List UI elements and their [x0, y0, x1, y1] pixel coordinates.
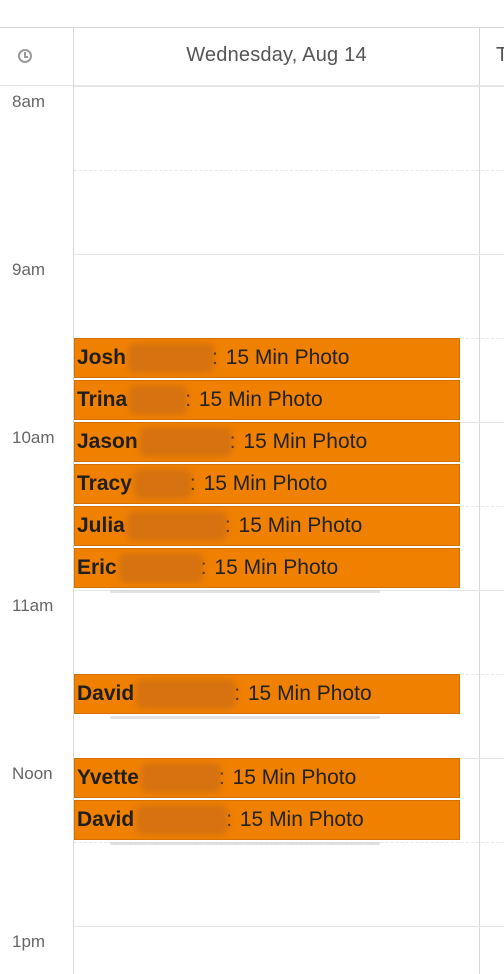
event-separator: :: [185, 388, 192, 411]
time-label-8am: 8am: [12, 92, 46, 111]
event-name: Jason: [77, 430, 138, 453]
event-block[interactable]: Julia: 15 Min Photo: [74, 506, 460, 546]
redacted-surname: [144, 767, 217, 790]
event-name: Tracy: [77, 472, 132, 495]
time-label-9am: 9am: [12, 260, 46, 279]
event-separator: :: [234, 682, 241, 705]
half-hour-line: [74, 170, 504, 171]
event-block[interactable]: Josh: 15 Min Photo: [74, 338, 460, 378]
event-name: Yvette: [77, 766, 139, 789]
redacted-surname: [130, 515, 223, 538]
day-header[interactable]: Wednesday, Aug 14: [73, 44, 480, 67]
event-name: Josh: [77, 346, 127, 369]
event-separator: :: [200, 556, 207, 579]
event-separator: :: [212, 346, 218, 369]
hidden-event-text: [110, 842, 380, 845]
event-block[interactable]: Tracy: 15 Min Photo: [74, 464, 460, 504]
event-separator: :: [189, 472, 196, 495]
hour-line: [74, 86, 504, 87]
event-block[interactable]: David: 15 Min Photo: [74, 800, 460, 840]
event-name: David: [77, 808, 135, 831]
redacted-surname: [122, 557, 199, 580]
event-block[interactable]: Trina: 15 Min Photo: [74, 380, 460, 420]
time-label-1pm: 1pm: [12, 932, 46, 951]
redacted-surname: [137, 473, 188, 496]
event-block[interactable]: David: 15 Min Photo: [74, 674, 460, 714]
event-name: Julia: [77, 514, 125, 537]
event-type: 15 Min Photo: [247, 682, 372, 705]
redacted-surname: [140, 809, 225, 832]
clock-icon: [18, 49, 32, 63]
hour-line: [74, 926, 504, 927]
event-type: 15 Min Photo: [232, 766, 357, 789]
event-name: Trina: [77, 388, 128, 411]
time-label-noon: Noon: [12, 764, 53, 783]
hidden-event-text: [110, 590, 380, 593]
event-type: 15 Min Photo: [225, 346, 350, 369]
event-type: 15 Min Photo: [198, 388, 323, 411]
redacted-surname: [132, 347, 211, 370]
event-block[interactable]: Yvette: 15 Min Photo: [74, 758, 460, 798]
next-day-header[interactable]: T: [496, 44, 504, 67]
event-type: 15 Min Photo: [203, 472, 328, 495]
hour-line: [74, 254, 504, 255]
event-separator: :: [229, 430, 236, 453]
event-separator: :: [218, 766, 225, 789]
event-block[interactable]: Eric: 15 Min Photo: [74, 548, 460, 588]
calendar-day-view: Wednesday, Aug 14 T 8am 9am 10am 11am No…: [0, 0, 504, 974]
hidden-event-text: [110, 716, 380, 719]
event-separator: :: [226, 808, 233, 831]
redacted-surname: [140, 683, 233, 706]
time-label-10am: 10am: [12, 428, 55, 447]
event-type: 15 Min Photo: [243, 430, 368, 453]
redacted-surname: [133, 389, 184, 412]
redacted-surname: [143, 431, 228, 454]
event-name: David: [77, 682, 135, 705]
time-label-11am: 11am: [12, 596, 54, 615]
event-block[interactable]: Jason: 15 Min Photo: [74, 422, 460, 462]
event-type: 15 Min Photo: [238, 514, 363, 537]
event-type: 15 Min Photo: [214, 556, 339, 579]
event-type: 15 Min Photo: [239, 808, 364, 831]
event-separator: :: [224, 514, 231, 537]
event-name: Eric: [77, 556, 117, 579]
